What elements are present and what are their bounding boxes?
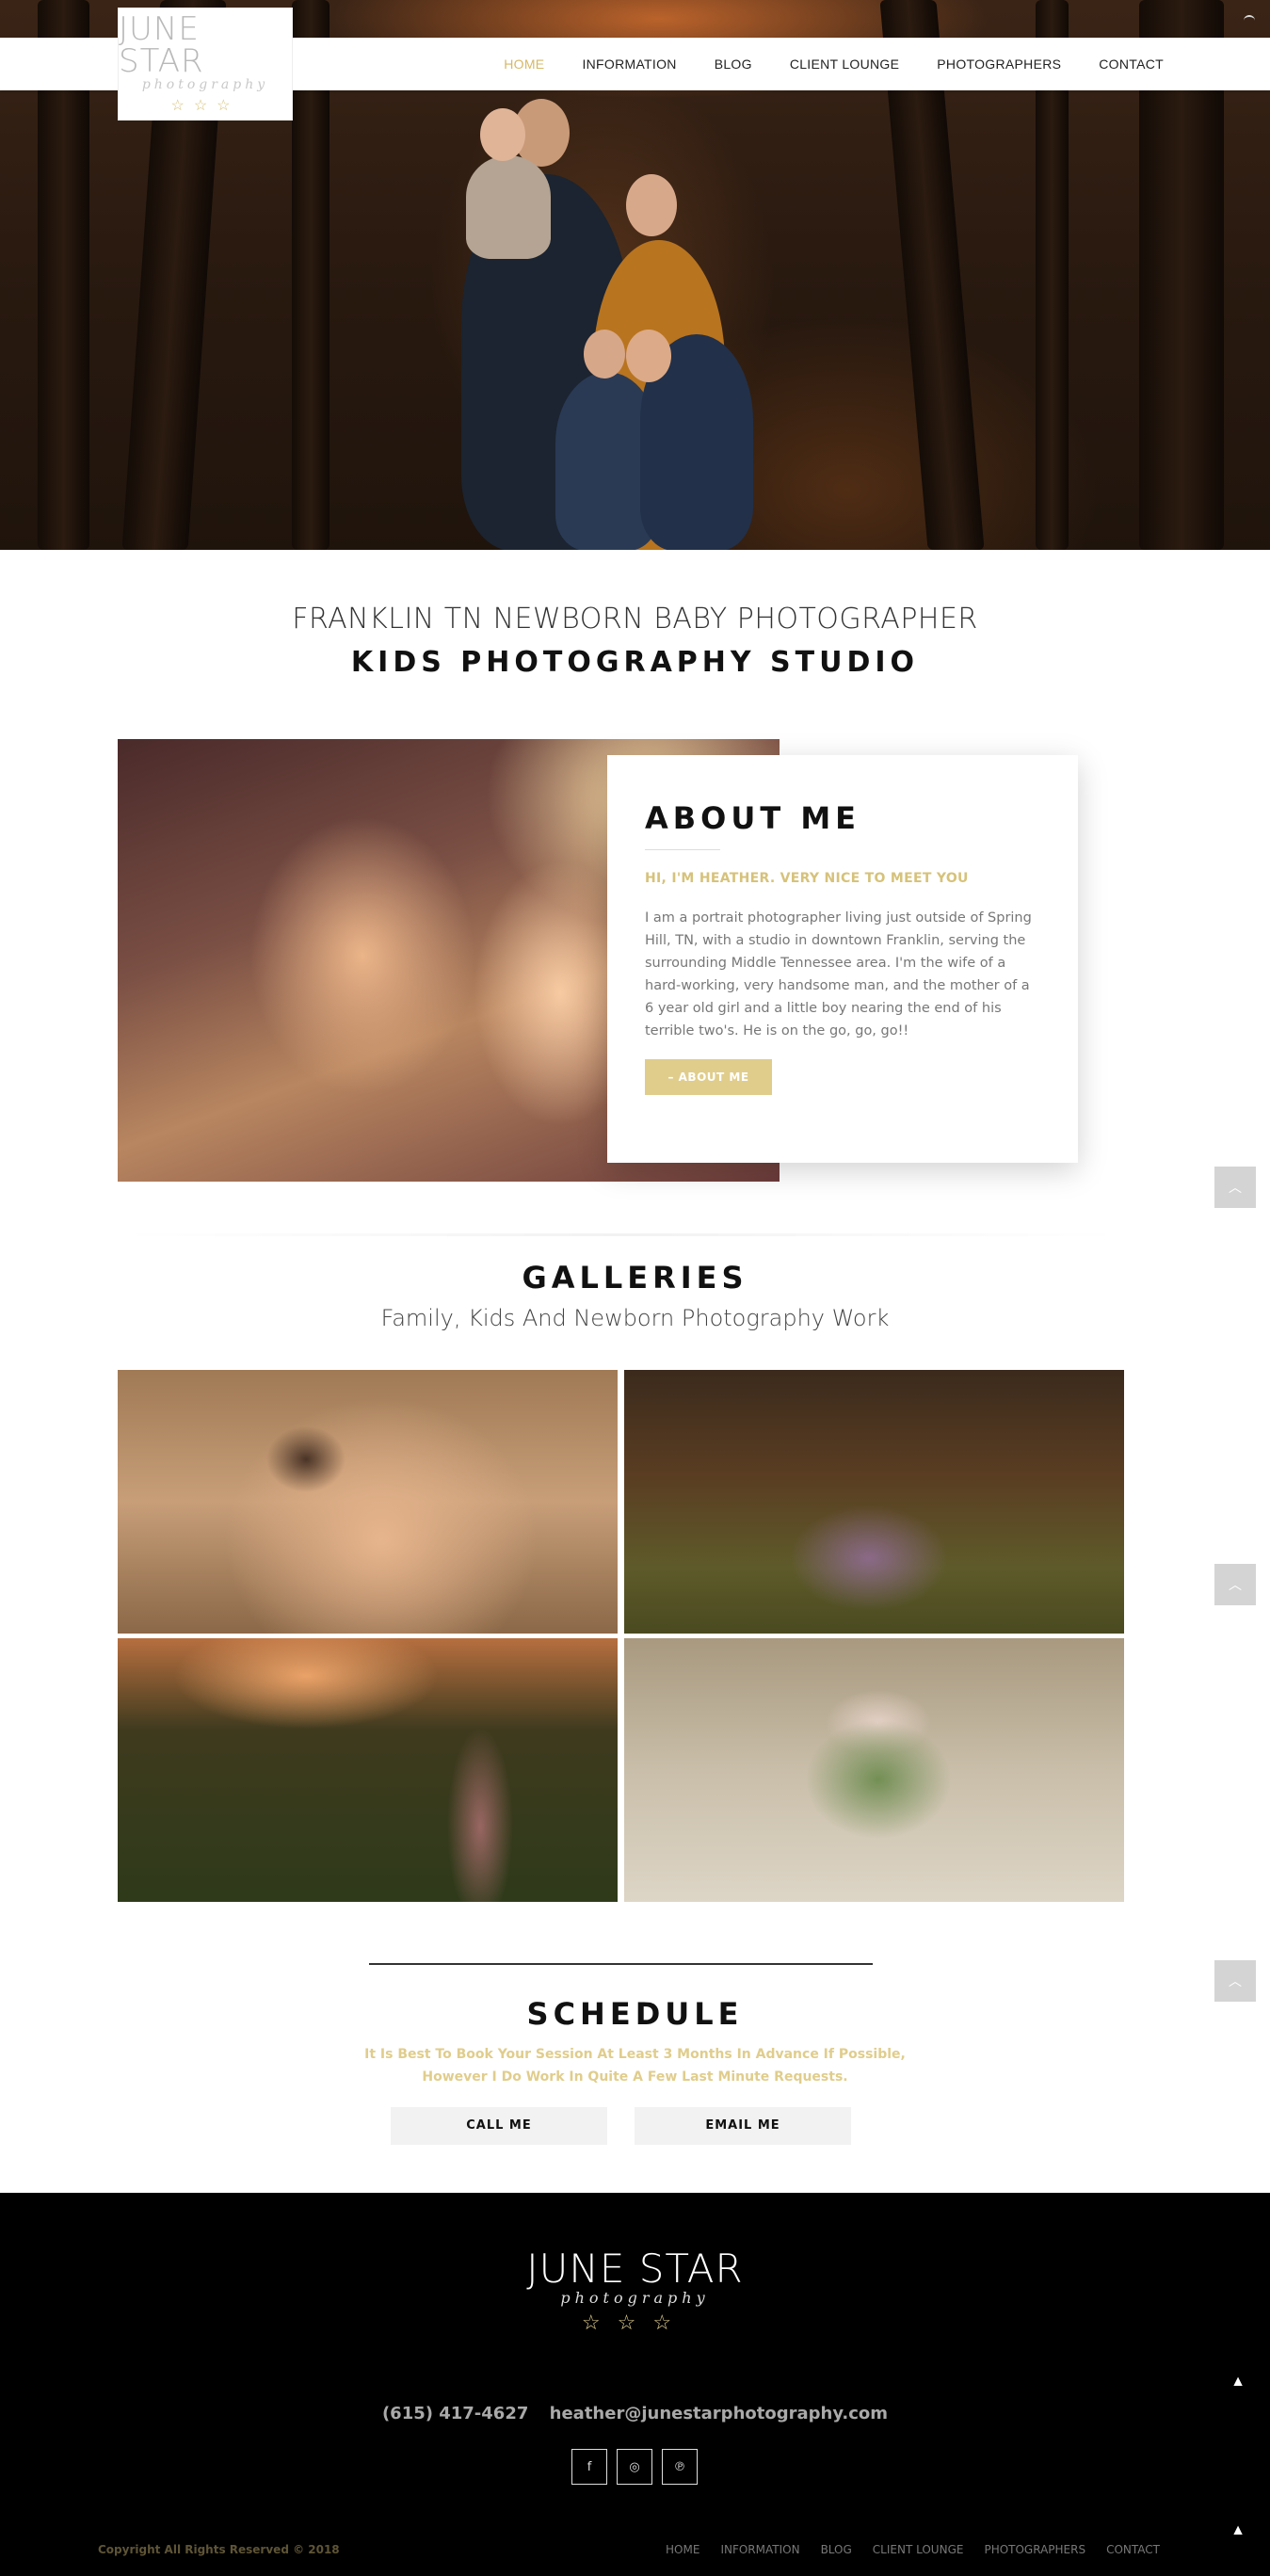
footer-nav-link-client-lounge[interactable]: CLIENT LOUNGE [873, 2543, 964, 2556]
back-to-top-icon[interactable]: ▲ [1230, 2374, 1246, 2391]
gallery-tile-maternity[interactable] [118, 1638, 618, 1902]
footer-logo-stars-icon: ☆☆☆ [581, 2310, 689, 2334]
footer-logo-wordmark: JUNE STAR [526, 2246, 744, 2292]
about-text: I am a portrait photographer living just… [645, 910, 1032, 1038]
footer-contact: (615) 417-4627 heather@junestarphotograp… [0, 2404, 1270, 2423]
chevron-up-icon: ︿ [1229, 1180, 1242, 1195]
footer-logo[interactable]: JUNE STAR photography ☆☆☆ [0, 2249, 1270, 2335]
copyright-text: Copyright All Rights Reserved © 2018 [98, 2543, 340, 2556]
site-logo[interactable]: JUNE STAR photography ☆☆☆ [118, 8, 293, 121]
galleries-title: GALLERIES [522, 1260, 748, 1296]
email-me-button[interactable]: EMAIL ME [635, 2107, 851, 2145]
footer-logo-tagline: photography [560, 2289, 710, 2307]
footer: JUNE STAR photography ☆☆☆ (615) 417-4627… [0, 2193, 1270, 2576]
footer-phone-link[interactable]: (615) 417-4627 [382, 2404, 528, 2423]
main-nav: HOME INFORMATION BLOG CLIENT LOUNGE PHOTOGRA… [504, 38, 1164, 90]
pinterest-icon[interactable]: ℗ [662, 2449, 698, 2485]
logo-stars-icon: ☆☆☆ [170, 98, 240, 114]
footer-nav-link-information[interactable]: INFORMATION [720, 2543, 799, 2556]
logo-tagline: photography [141, 77, 269, 92]
chevron-up-icon: ︿ [1229, 1577, 1242, 1592]
page-heading: FRANKLIN TN NEWBORN BABY PHOTOGRAPHER [292, 603, 978, 636]
section-divider [118, 1233, 1125, 1236]
gallery-tile-family[interactable] [624, 1370, 1124, 1634]
back-to-top-icon[interactable]: ▲ [1230, 2522, 1246, 2539]
gallery-tile-baby[interactable] [118, 1370, 618, 1634]
scroll-up-button[interactable]: ︿ [1214, 1167, 1256, 1208]
about-card: ABOUT ME HI, I'M HEATHER. VERY NICE TO M… [607, 755, 1078, 1163]
footer-nav-link-blog[interactable]: BLOG [821, 2543, 852, 2556]
nav-link-photographers[interactable]: PHOTOGRAPHERS [937, 56, 1061, 72]
loading-spinner-icon [1244, 15, 1255, 26]
about-me-button[interactable]: – ABOUT ME [645, 1059, 772, 1095]
nav-link-home[interactable]: HOME [504, 56, 544, 72]
footer-email-link[interactable]: heather@junestarphotography.com [550, 2404, 888, 2423]
nav-link-information[interactable]: INFORMATION [582, 56, 676, 72]
page-subheading: KIDS PHOTOGRAPHY STUDIO [350, 646, 920, 679]
footer-social-links: f ◎ ℗ [571, 2449, 698, 2485]
schedule-divider [369, 1963, 873, 1965]
instagram-icon[interactable]: ◎ [617, 2449, 652, 2485]
schedule-note-line: It Is Best To Book Your Session At Least… [364, 2047, 906, 2062]
call-me-button[interactable]: CALL ME [391, 2107, 607, 2145]
about-divider [645, 849, 720, 850]
footer-nav-link-contact[interactable]: CONTACT [1106, 2543, 1160, 2556]
nav-link-client-lounge[interactable]: CLIENT LOUNGE [790, 56, 899, 72]
facebook-icon[interactable]: f [571, 2449, 607, 2485]
footer-nav-link-photographers[interactable]: PHOTOGRAPHERS [984, 2543, 1085, 2556]
schedule-note: It Is Best To Book Your Session At Least… [0, 2043, 1270, 2088]
chevron-up-icon: ︿ [1229, 1973, 1242, 1988]
family-figure [433, 89, 772, 550]
gallery-tile-newborn[interactable] [624, 1638, 1124, 1902]
nav-link-contact[interactable]: CONTACT [1099, 56, 1164, 72]
schedule-note-line: However I Do Work In Quite A Few Last Mi… [422, 2069, 848, 2085]
scroll-up-button[interactable]: ︿ [1214, 1564, 1256, 1605]
footer-nav: HOME INFORMATION BLOG CLIENT LOUNGE PHOTOGRA… [666, 2543, 1160, 2556]
schedule-title: SCHEDULE [526, 1996, 744, 2032]
footer-nav-link-home[interactable]: HOME [666, 2543, 699, 2556]
galleries-subtitle: Family, Kids And Newborn Photography Wor… [380, 1305, 890, 1331]
about-subtitle: HI, I'M HEATHER. VERY NICE TO MEET YOU [645, 871, 969, 886]
about-title: ABOUT ME [645, 800, 861, 836]
nav-link-blog[interactable]: BLOG [715, 56, 752, 72]
logo-wordmark: JUNE STAR [119, 10, 204, 80]
